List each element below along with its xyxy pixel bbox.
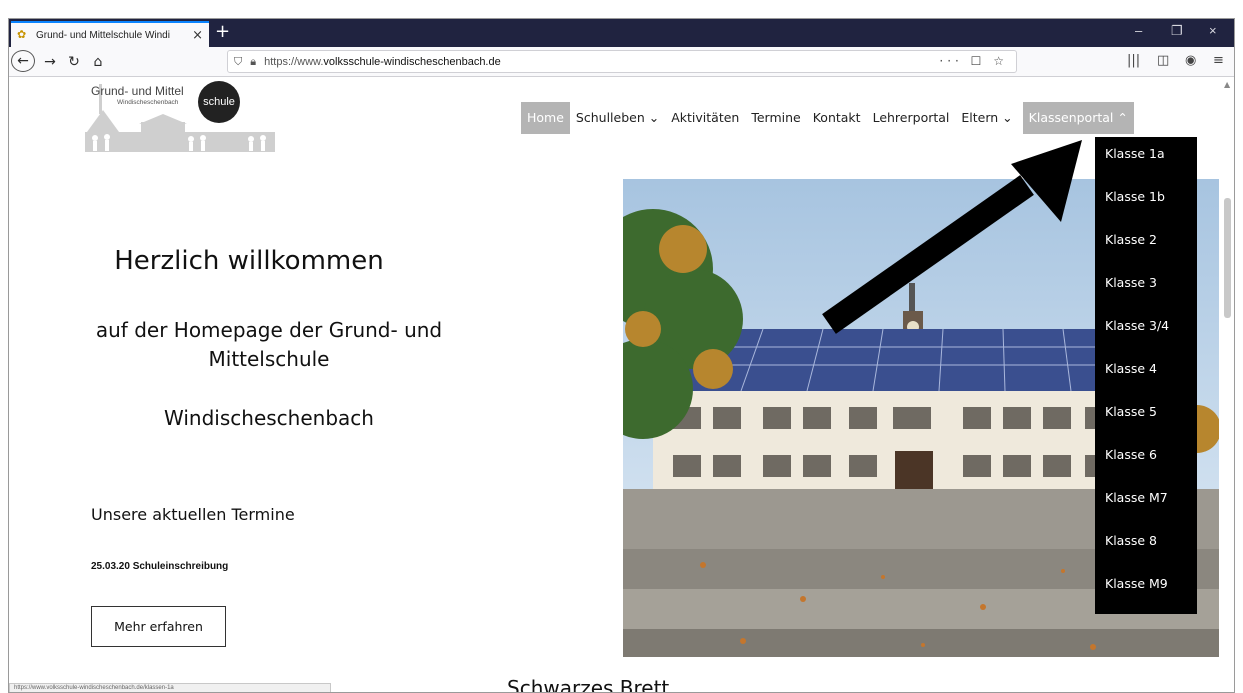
reload-icon[interactable]: ↻ (65, 52, 83, 72)
account-icon[interactable]: ◉ (1185, 53, 1196, 68)
shield-icon: ⛉ (234, 54, 243, 68)
back-arrow-icon[interactable]: ← (11, 50, 35, 72)
library-icon[interactable]: ||| (1127, 53, 1140, 68)
maximize-icon[interactable]: ❐ (1171, 23, 1183, 39)
tab-title: Grund- und Mittelschule Windi (36, 29, 170, 41)
sidebar-icon[interactable]: ◫ (1157, 53, 1169, 68)
page-actions-icon[interactable]: ··· ☐ ☆ (939, 54, 1008, 68)
annotation-arrow-icon (822, 140, 1082, 334)
welcome-subtitle: auf der Homepage der Grund- und Mittelsc… (95, 318, 443, 371)
welcome-heading: Herzlich willkommen (114, 246, 384, 276)
lock-icon: 🔒︎ (250, 54, 257, 68)
minimize-icon[interactable]: – (1135, 23, 1142, 38)
termine-heading: Unsere aktuellen Termine (91, 505, 295, 524)
forward-arrow-icon[interactable]: → (41, 52, 59, 72)
favicon-icon: ✿ (17, 28, 27, 41)
home-icon[interactable]: ⌂ (89, 52, 107, 72)
mehr-erfahren-button[interactable]: Mehr erfahren (91, 606, 226, 647)
browser-window: ✿ Grund- und Mittelschule Windi × + – ❐ … (8, 18, 1235, 693)
tab-bar: ✿ Grund- und Mittelschule Windi × + – ❐ … (9, 19, 1234, 47)
schwarzes-brett-heading: Schwarzes Brett (507, 676, 670, 693)
scroll-up-icon[interactable]: ▲ (1224, 80, 1230, 89)
page-scrollbar[interactable]: ▲ (1219, 78, 1234, 692)
close-window-icon[interactable]: × (1209, 23, 1217, 38)
browser-tab[interactable]: ✿ Grund- und Mittelschule Windi × (11, 21, 209, 47)
close-tab-icon[interactable]: × (192, 28, 203, 43)
url-bar[interactable]: ⛉ 🔒︎ https://www.volksschule-windischesc… (227, 50, 1017, 73)
navigation-toolbar: ← → ↻ ⌂ ⛉ 🔒︎ https://www.volksschule-win… (9, 47, 1234, 77)
new-tab-button[interactable]: + (215, 20, 230, 44)
web-page: Grund- und Mittel Windischeschenbach sch… (9, 78, 1219, 693)
scrollbar-thumb[interactable] (1224, 198, 1231, 318)
menu-icon[interactable]: ≡ (1213, 53, 1224, 68)
termin-entry: 25.03.20 Schuleinschreibung (91, 561, 229, 572)
town-name: Windischeschenbach (164, 406, 374, 430)
url-text: https://www.volksschule-windischeschenba… (264, 55, 501, 68)
status-link-preview: https://www.volksschule-windischeschenba… (9, 683, 331, 692)
